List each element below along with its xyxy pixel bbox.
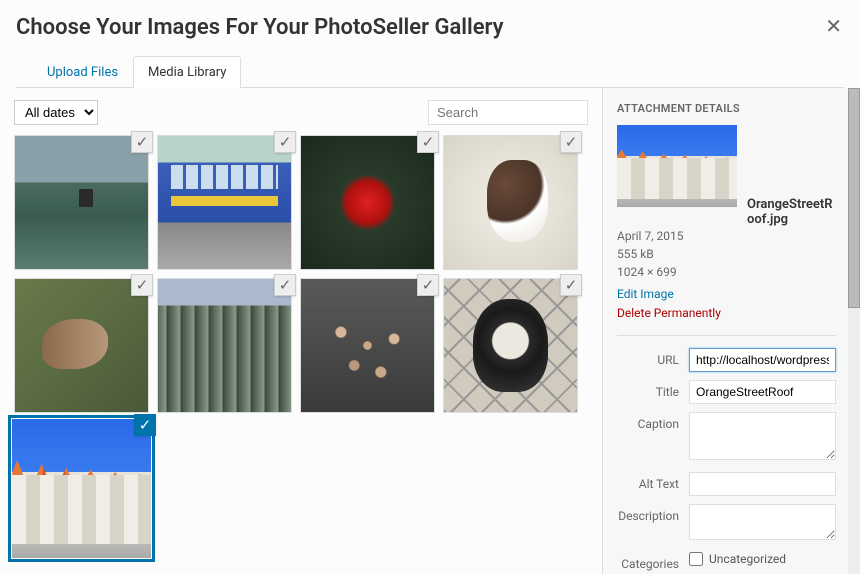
category-uncategorized-label: Uncategorized [709, 552, 786, 566]
check-icon[interactable]: ✓ [560, 131, 582, 153]
thumbnail [12, 419, 151, 558]
attachment-date: April 7, 2015 [617, 227, 836, 245]
check-icon[interactable]: ✓ [417, 274, 439, 296]
thumbnail [15, 136, 148, 269]
label-url: URL [617, 348, 689, 367]
attachment-details-panel: ATTACHMENT DETAILS OrangeStreetRoof.jpg … [602, 88, 860, 574]
label-categories: Categories [617, 552, 689, 571]
scrollbar[interactable] [848, 88, 860, 574]
thumbnail [301, 136, 434, 269]
media-item-orange-street[interactable]: ✓ [12, 419, 151, 558]
check-icon[interactable]: ✓ [274, 131, 296, 153]
check-icon[interactable]: ✓ [417, 131, 439, 153]
check-icon[interactable]: ✓ [560, 274, 582, 296]
media-item-husky[interactable]: ✓ [443, 278, 578, 413]
check-icon[interactable]: ✓ [134, 414, 156, 436]
thumbnail [15, 279, 148, 412]
media-item-bus[interactable]: ✓ [157, 135, 292, 270]
close-icon: ✕ [825, 16, 842, 38]
attachment-dimensions: 1024 × 699 [617, 263, 836, 281]
tab-upload-files[interactable]: Upload Files [32, 56, 133, 88]
media-item-dog[interactable]: ✓ [443, 135, 578, 270]
label-alt: Alt Text [617, 472, 689, 491]
caption-field[interactable] [689, 412, 836, 460]
check-icon[interactable]: ✓ [131, 274, 153, 296]
attachment-thumbnail [617, 125, 737, 207]
media-grid-panel: All dates ✓ ✓ ✓ ✓ ✓ [0, 88, 602, 574]
tab-media-library[interactable]: Media Library [133, 56, 241, 88]
check-icon[interactable]: ✓ [131, 131, 153, 153]
delete-permanently-link[interactable]: Delete Permanently [617, 304, 836, 323]
alt-text-field[interactable] [689, 472, 836, 496]
edit-image-link[interactable]: Edit Image [617, 285, 836, 304]
date-filter-select[interactable]: All dates [14, 100, 98, 125]
media-item-bird[interactable]: ✓ [14, 278, 149, 413]
thumbnail [301, 279, 434, 412]
tabs: Upload Files Media Library [16, 56, 844, 88]
label-title: Title [617, 380, 689, 399]
sidebar-heading: ATTACHMENT DETAILS [617, 102, 836, 115]
thumbnail [444, 136, 577, 269]
scrollbar-thumb[interactable] [848, 88, 860, 308]
url-field[interactable] [689, 348, 836, 372]
media-item-crowd[interactable]: ✓ [300, 278, 435, 413]
check-icon[interactable]: ✓ [274, 274, 296, 296]
thumbnail [158, 136, 291, 269]
search-input[interactable] [428, 100, 588, 125]
media-item-surfer[interactable]: ✓ [14, 135, 149, 270]
media-item-pipes[interactable]: ✓ [157, 278, 292, 413]
thumbnail [444, 279, 577, 412]
close-button[interactable]: ✕ [825, 14, 842, 39]
label-caption: Caption [617, 412, 689, 431]
title-field[interactable] [689, 380, 836, 404]
description-field[interactable] [689, 504, 836, 540]
attachment-filesize: 555 kB [617, 245, 836, 263]
thumbnail [158, 279, 291, 412]
modal-title: Choose Your Images For Your PhotoSeller … [16, 14, 844, 42]
category-uncategorized-checkbox[interactable] [689, 552, 703, 566]
media-item-rose[interactable]: ✓ [300, 135, 435, 270]
label-description: Description [617, 504, 689, 523]
